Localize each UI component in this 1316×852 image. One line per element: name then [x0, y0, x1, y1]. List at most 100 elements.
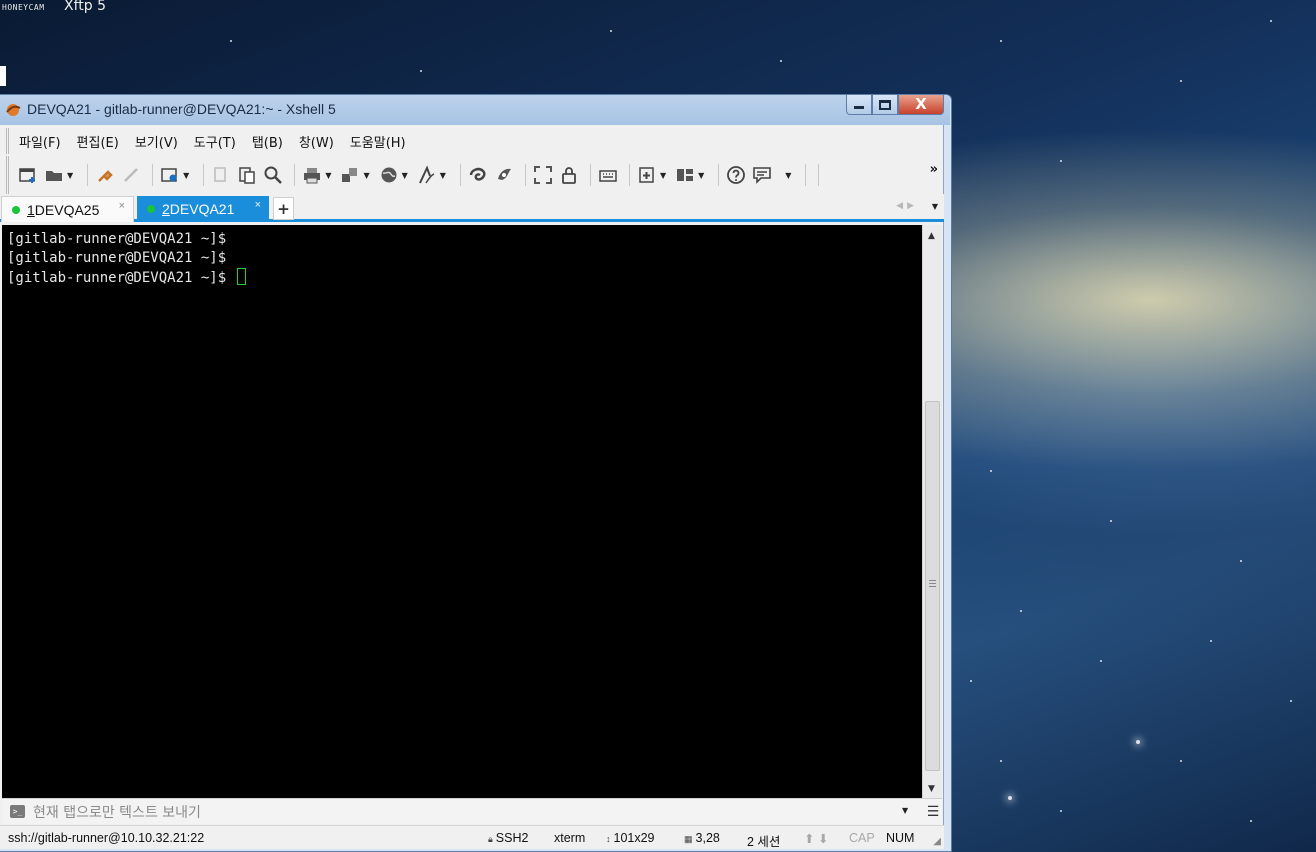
copy-icon[interactable]	[210, 164, 232, 186]
tab-label: DEVQA25	[34, 201, 100, 218]
status-cursor-position: ▦ 3,28	[684, 831, 720, 845]
layout-icon[interactable]	[674, 164, 696, 186]
resize-icon: ↕	[606, 834, 611, 844]
toolbar-overflow-icon[interactable]: »	[930, 162, 938, 177]
cursor-position-icon: ▦	[684, 834, 693, 844]
session-tab-bar: 1 DEVQA25 × 2 DEVQA21 × + ◀▶ ▼	[0, 194, 944, 222]
new-tab-dropdown-icon[interactable]: ▼	[660, 171, 666, 180]
toolbar-separator	[152, 164, 154, 186]
menu-tab[interactable]: 탭(B)	[252, 132, 283, 151]
connected-status-icon	[12, 205, 20, 214]
terminal-send-icon: >_	[10, 805, 25, 818]
menu-window[interactable]: 창(W)	[299, 132, 334, 151]
print-icon[interactable]	[301, 164, 323, 186]
xmanager-icon[interactable]	[493, 164, 515, 186]
status-connection: ssh://gitlab-runner@10.10.32.21:22	[8, 831, 205, 845]
add-tab-button[interactable]: +	[273, 197, 294, 220]
toolbar-separator	[589, 164, 591, 186]
terminal-line: [gitlab-runner@DEVQA21 ~]$	[7, 250, 227, 266]
new-session-icon[interactable]	[17, 164, 39, 186]
status-sessions: 2 세션	[747, 835, 781, 849]
menu-view[interactable]: 보기(V)	[135, 132, 178, 151]
lock-icon[interactable]	[558, 164, 580, 186]
font-icon[interactable]	[416, 164, 438, 186]
compose-placeholder[interactable]: 현재 탭으로만 텍스트 보내기	[33, 802, 201, 822]
compose-target-dropdown-icon[interactable]: ▼	[902, 806, 908, 815]
tab-session-1[interactable]: 1 DEVQA25 ×	[1, 196, 134, 222]
resize-grip-icon[interactable]: ◢	[933, 836, 941, 847]
connect-icon[interactable]	[94, 164, 116, 186]
caption-buttons: X	[846, 95, 944, 115]
minimize-button[interactable]	[846, 95, 872, 115]
properties-dropdown-icon[interactable]: ▼	[183, 171, 189, 180]
status-bar: ssh://gitlab-runner@10.10.32.21:22 🔒︎ SSH…	[0, 825, 944, 849]
status-caps-lock: CAP	[849, 831, 875, 845]
tab-close-icon[interactable]: ×	[255, 199, 261, 211]
compose-bar[interactable]: >_ 현재 탭으로만 텍스트 보내기 ▼ ☰	[2, 798, 942, 824]
background-window-edge	[0, 66, 6, 86]
cursor-pos-text: 3,28	[695, 831, 720, 845]
menu-file[interactable]: 파일(F)	[19, 132, 61, 151]
find-icon[interactable]	[262, 164, 284, 186]
honeycam-watermark: HONEYCAM	[2, 3, 45, 12]
terminal-screen[interactable]: [gitlab-runner@DEVQA21 ~]$ [gitlab-runne…	[2, 225, 922, 798]
menu-bar: 파일(F) 편집(E) 보기(V) 도구(T) 탭(B) 창(W) 도움말(H)	[6, 128, 422, 154]
toolbar-separator	[628, 164, 630, 186]
disconnect-icon[interactable]	[120, 164, 142, 186]
terminal-cursor	[236, 268, 246, 285]
help-icon[interactable]	[725, 164, 747, 186]
font-dropdown-icon[interactable]: ▼	[440, 171, 446, 180]
keyboard-icon[interactable]	[597, 164, 619, 186]
toolbar-separator	[818, 164, 820, 186]
menu-tools[interactable]: 도구(T)	[194, 132, 236, 151]
compose-menu-icon[interactable]: ☰	[924, 804, 942, 820]
maximize-icon	[879, 99, 891, 110]
open-dropdown-icon[interactable]: ▼	[67, 171, 73, 180]
scrollbar-thumb[interactable]	[925, 401, 940, 771]
title-bar[interactable]: DEVQA21 - gitlab-runner@DEVQA21:~ - Xshe…	[0, 95, 950, 125]
close-button[interactable]: X	[898, 95, 944, 115]
toolbar-separator	[294, 164, 296, 186]
scroll-down-icon[interactable]: ▼	[928, 784, 935, 794]
terminal-prompt: [gitlab-runner@DEVQA21 ~]$	[7, 270, 235, 286]
status-terminal-type: xterm	[554, 831, 586, 845]
paste-icon[interactable]	[236, 164, 258, 186]
toolbar-separator	[805, 164, 807, 186]
toolbar-separator	[87, 164, 89, 186]
tab-label: DEVQA21	[169, 201, 235, 217]
session-properties-icon[interactable]	[159, 164, 181, 186]
session-nav-arrows-icon[interactable]: ⬆ ⬇	[804, 831, 828, 846]
toolbar-separator	[524, 164, 526, 186]
maximize-button[interactable]	[872, 95, 898, 115]
transfer-icon[interactable]	[339, 164, 361, 186]
xshell-app-icon	[6, 104, 21, 116]
xftp-icon[interactable]	[467, 164, 489, 186]
protocol-text: SSH2	[495, 831, 529, 845]
close-icon: X	[915, 95, 927, 113]
tab-number: 1	[27, 201, 35, 218]
print-dropdown-icon[interactable]: ▼	[325, 171, 331, 180]
tab-session-2[interactable]: 2 DEVQA21 ×	[137, 196, 269, 222]
open-folder-icon[interactable]	[43, 164, 65, 186]
globe-dropdown-icon[interactable]: ▼	[402, 171, 408, 180]
chat-icon[interactable]	[751, 164, 773, 186]
xshell-window: DEVQA21 - gitlab-runner@DEVQA21:~ - Xshe…	[0, 94, 952, 852]
layout-dropdown-icon[interactable]: ▼	[698, 171, 704, 180]
status-num-lock: NUM	[886, 831, 915, 845]
toolbar-separator	[718, 164, 720, 186]
scroll-up-icon[interactable]: ▲	[928, 231, 935, 241]
new-tab-icon[interactable]	[636, 164, 658, 186]
globe-icon[interactable]	[378, 164, 400, 186]
tab-close-icon[interactable]: ×	[119, 200, 125, 212]
tab-list-dropdown-icon[interactable]: ▼	[932, 202, 938, 211]
chat-dropdown-icon[interactable]: ▼	[785, 171, 791, 180]
window-title: DEVQA21 - gitlab-runner@DEVQA21:~ - Xshe…	[27, 101, 336, 117]
transfer-dropdown-icon[interactable]: ▼	[363, 171, 369, 180]
status-protocol: 🔒︎ SSH2	[488, 831, 528, 845]
menu-edit[interactable]: 편집(E)	[77, 132, 119, 151]
menu-help[interactable]: 도움말(H)	[350, 132, 406, 151]
fullscreen-icon[interactable]	[532, 164, 554, 186]
terminal-scrollbar[interactable]: ▲ ▼	[922, 225, 942, 798]
terminal-line: [gitlab-runner@DEVQA21 ~]$	[7, 231, 227, 247]
tab-scroll-arrows-icon[interactable]: ◀▶	[896, 201, 918, 211]
